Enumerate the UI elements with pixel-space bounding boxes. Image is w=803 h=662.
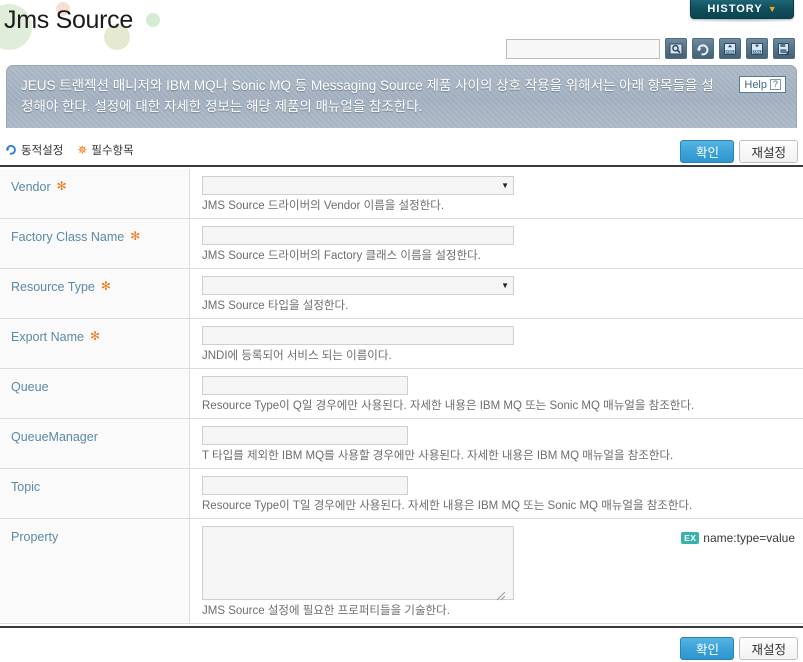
xml-upload-button[interactable]: XML [719, 38, 741, 59]
help-button-label: Help [744, 78, 767, 91]
question-mark-icon: ? [770, 79, 781, 90]
form-row: Vendor ✻ ▼ JMS Source 드라이버의 Vendor 이름을 설정한다… [0, 169, 803, 219]
form-row: Resource Type ✻ ▼ JMS Source 타입을 설정한다. [0, 269, 803, 319]
history-tab-label: HISTORY [707, 3, 763, 15]
search-icon [669, 42, 683, 56]
search-button[interactable] [665, 38, 687, 59]
form-row-label-cell: Property [0, 519, 190, 623]
form-row-label-cell: Queue [0, 369, 190, 418]
form-row-label: Queue [11, 380, 49, 394]
top-action-buttons: 확인 재설정 [680, 140, 798, 163]
xml-download-button[interactable]: XML [746, 38, 768, 59]
xml-upload-icon: XML [723, 42, 737, 56]
bottom-action-buttons: 확인 재설정 [680, 637, 798, 660]
input-export-name[interactable] [202, 326, 514, 345]
chevron-down-icon: ▼ [501, 180, 509, 190]
page-header: Jms Source HISTORY ▼ XML XML [0, 0, 803, 62]
save-export-button[interactable] [773, 38, 795, 59]
legend-required-field: ✵ 필수항목 [77, 142, 133, 158]
save-export-icon [777, 42, 791, 56]
info-banner: JEUS 트랜젝션 매니저와 IBM MQ나 Sonic MQ 등 Messag… [6, 65, 797, 128]
legend-dynamic-setting: 동적설정 [5, 142, 63, 158]
form-row-field-cell: ▼ JMS Source 드라이버의 Vendor 이름을 설정한다. [190, 169, 803, 218]
form-row-label-cell: QueueManager [0, 419, 190, 468]
input-topic[interactable] [202, 476, 408, 495]
asterisk-icon: ✻ [56, 179, 67, 193]
legend-action-row: 동적설정 ✵ 필수항목 확인 재설정 [0, 137, 803, 167]
refresh-icon [5, 143, 17, 158]
chevron-down-icon: ▼ [501, 280, 509, 290]
form-row-description: JMS Source 타입을 설정한다. [202, 300, 349, 312]
asterisk-icon: ✵ [77, 143, 88, 157]
form-row-label: QueueManager [11, 430, 98, 444]
form-row-field-cell: EX name:type=value JMS Source 설정에 필요한 프로퍼티… [190, 519, 803, 623]
svg-text:XML: XML [753, 50, 760, 54]
dropdown-resource-type[interactable]: ▼ [202, 276, 514, 295]
xml-download-icon: XML [750, 42, 764, 56]
reset-button-top[interactable]: 재설정 [739, 140, 798, 163]
form-row-field-cell: JMS Source 드라이버의 Factory 클래스 이름을 설정한다. [190, 219, 803, 268]
form-row: Queue Resource Type이 Q일 경우에만 사용된다. 자세한 내용… [0, 369, 803, 419]
example-badge: EX [681, 531, 700, 545]
asterisk-icon: ✻ [89, 329, 101, 343]
form-row: Property EX name:type=value JMS Source 설정에 … [0, 519, 803, 624]
form-row-field-cell: ▼ JMS Source 타입을 설정한다. [190, 269, 803, 318]
example-text: name:type=value [703, 531, 795, 545]
confirm-button-bottom[interactable]: 확인 [680, 637, 735, 660]
form-row-description: JMS Source 설정에 필요한 프로퍼티들을 기술한다. [202, 605, 450, 617]
form-row-label: Topic [11, 480, 41, 494]
input-queue[interactable] [202, 376, 408, 395]
form-row-description: Resource Type이 T일 경우에만 사용된다. 자세한 내용은 IBM… [202, 500, 693, 512]
form-table: Vendor ✻ ▼ JMS Source 드라이버의 Vendor 이름을 설정한다… [0, 169, 803, 624]
form-row-label: Resource Type [11, 280, 95, 294]
svg-text:XML: XML [726, 50, 733, 54]
reset-button-bottom[interactable]: 재설정 [739, 637, 798, 660]
header-toolbar: XML XML [506, 38, 795, 59]
asterisk-icon: ✻ [100, 279, 111, 293]
form-row-label: Vendor [11, 180, 51, 194]
form-row-label: Property [11, 530, 59, 544]
form-row-label-cell: Export Name ✻ [0, 319, 190, 368]
form-row-label: Export Name [11, 330, 84, 344]
history-tab[interactable]: HISTORY ▼ [690, 0, 794, 19]
form-row: QueueManager T 타입를 제외한 IBM MQ를 사용할 경우에만 사… [0, 419, 803, 469]
form-row-field-cell: Resource Type이 Q일 경우에만 사용된다. 자세한 내용은 IBM… [190, 369, 803, 418]
legend-required-field-label: 필수항목 [91, 145, 134, 157]
asterisk-icon: ✻ [130, 229, 141, 243]
form-row-field-cell: JNDI에 등록되어 서비스 되는 이름이다. [190, 319, 803, 368]
form-row-description: JNDI에 등록되어 서비스 되는 이름이다. [202, 350, 392, 362]
page-title: Jms Source [4, 6, 133, 34]
chevron-down-icon: ▼ [767, 3, 777, 14]
refresh-button[interactable] [692, 38, 714, 59]
input-queuemanager[interactable] [202, 426, 408, 445]
form-row: Topic Resource Type이 T일 경우에만 사용된다. 자세한 내용… [0, 469, 803, 519]
decorative-circle-green [146, 13, 160, 27]
search-input[interactable] [506, 38, 660, 59]
input-factory-class-name[interactable] [202, 226, 514, 245]
dropdown-vendor[interactable]: ▼ [202, 176, 514, 195]
form-row-label-cell: Vendor ✻ [0, 169, 190, 218]
footer-separator [0, 626, 803, 628]
form-row-label: Factory Class Name [11, 230, 125, 244]
form-row: Export Name ✻ JNDI에 등록되어 서비스 되는 이름이다. [0, 319, 803, 369]
refresh-icon [696, 42, 710, 56]
confirm-button-top[interactable]: 확인 [680, 140, 735, 163]
form-row-field-cell: T 타입를 제외한 IBM MQ를 사용할 경우에만 사용된다. 자세한 내용은… [190, 419, 803, 468]
help-button[interactable]: Help ? [739, 76, 786, 93]
form-row-description: Resource Type이 Q일 경우에만 사용된다. 자세한 내용은 IBM… [202, 400, 695, 412]
form-row-label-cell: Resource Type ✻ [0, 269, 190, 318]
form-row-description: T 타입를 제외한 IBM MQ를 사용할 경우에만 사용된다. 자세한 내용은… [202, 450, 674, 462]
form-row-label-cell: Topic [0, 469, 190, 518]
info-banner-text: JEUS 트랜젝션 매니저와 IBM MQ나 Sonic MQ 등 Messag… [21, 78, 714, 114]
form-row-description: JMS Source 드라이버의 Vendor 이름을 설정한다. [202, 200, 445, 212]
form-row: Factory Class Name ✻ JMS Source 드라이버의 Fact… [0, 219, 803, 269]
legend-dynamic-setting-label: 동적설정 [21, 145, 64, 157]
textarea-property[interactable] [202, 526, 514, 600]
legend: 동적설정 ✵ 필수항목 [5, 142, 134, 158]
form-row-description: JMS Source 드라이버의 Factory 클래스 이름을 설정한다. [202, 250, 481, 262]
form-row-field-cell: Resource Type이 T일 경우에만 사용된다. 자세한 내용은 IBM… [190, 469, 803, 518]
example-hint: EX name:type=value [681, 531, 795, 545]
form-row-label-cell: Factory Class Name ✻ [0, 219, 190, 268]
